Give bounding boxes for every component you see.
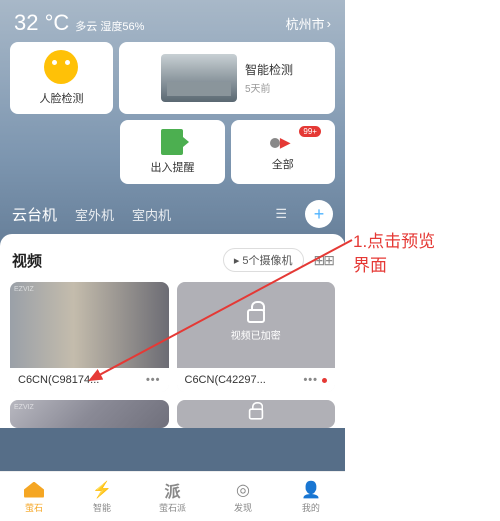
brand-tag: EZVIZ <box>14 286 34 293</box>
camera-more-2[interactable]: ••• <box>303 374 318 386</box>
nav-pai[interactable]: 派 萤石派 <box>159 480 186 514</box>
video-grid: EZVIZ C6CN(C98174... ••• 视频已加密 C6CN(C422… <box>10 282 335 428</box>
tab-indoor[interactable]: 室内机 <box>132 205 171 224</box>
camera-preview-4 <box>177 400 336 428</box>
nav-home-label: 萤石 <box>25 501 43 514</box>
door-icon <box>161 129 183 155</box>
device-tabs: 云台机 室外机 室内机 ☰ + <box>0 190 345 234</box>
nav-smart-label: 智能 <box>93 501 111 514</box>
temperature: 32 °C <box>14 10 69 36</box>
all-card[interactable]: 99+ 全部 <box>231 120 335 184</box>
camera-preview-3: EZVIZ <box>10 400 169 428</box>
nav-pai-label: 萤石派 <box>159 501 186 514</box>
camera-count: 5个摄像机 <box>242 252 292 268</box>
video-title: 视频 <box>12 250 42 271</box>
annotation-line-2: 界面 <box>353 254 435 278</box>
target-icon: ◎ <box>232 480 254 500</box>
camera-count-pill[interactable]: ▸ 5个摄像机 <box>223 248 304 272</box>
bottom-nav: 萤石 ⚡ 智能 派 萤石派 ◎ 发现 👤 我的 <box>0 471 345 521</box>
notification-badge: 99+ <box>299 126 321 137</box>
smart-thumb <box>161 54 237 102</box>
person-icon: 👤 <box>300 480 322 500</box>
nav-mine[interactable]: 👤 我的 <box>300 480 322 514</box>
nav-discover[interactable]: ◎ 发现 <box>232 480 254 514</box>
camera-preview-2: 视频已加密 <box>177 282 336 368</box>
smart-detect-time: 5天前 <box>245 80 293 95</box>
all-label: 全部 <box>272 156 294 172</box>
status-dot <box>322 378 327 383</box>
video-header: 视频 ▸ 5个摄像机 ⊞⊞ <box>12 248 333 272</box>
bolt-icon: ⚡ <box>91 480 113 500</box>
camera-preview-1: EZVIZ <box>10 282 169 368</box>
lock-icon <box>247 309 265 323</box>
header-bar: 32 °C 多云 湿度56% 杭州市 › <box>0 0 345 42</box>
annotation-text: 1.点击预览 界面 <box>353 230 435 278</box>
city-selector[interactable]: 杭州市 › <box>286 14 331 33</box>
camera-card-4[interactable] <box>177 400 336 428</box>
feature-row-2: 出入提醒 99+ 全部 <box>0 114 345 190</box>
all-icon <box>270 132 296 152</box>
camera-name-2: C6CN(C42297... <box>185 374 266 386</box>
nav-discover-label: 发现 <box>234 501 252 514</box>
camera-card-1[interactable]: EZVIZ C6CN(C98174... ••• <box>10 282 169 392</box>
nav-home[interactable]: 萤石 <box>23 480 45 514</box>
brand-tag: EZVIZ <box>14 404 34 411</box>
city-label: 杭州市 <box>286 14 325 33</box>
pai-icon: 派 <box>161 480 183 500</box>
weather-condition: 多云 湿度56% <box>75 18 144 34</box>
face-icon <box>44 50 78 84</box>
locked-label: 视频已加密 <box>231 327 281 342</box>
nav-smart[interactable]: ⚡ 智能 <box>91 480 113 514</box>
entry-alert-card[interactable]: 出入提醒 <box>120 120 224 184</box>
entry-alert-label: 出入提醒 <box>150 159 194 175</box>
camera-card-2[interactable]: 视频已加密 C6CN(C42297... ••• <box>177 282 336 392</box>
feature-row-1: 人脸检测 智能检测 5天前 <box>0 42 345 114</box>
tab-ptz[interactable]: 云台机 <box>12 204 57 225</box>
face-detect-card[interactable]: 人脸检测 <box>10 42 113 114</box>
camera-card-3[interactable]: EZVIZ <box>10 400 169 428</box>
tab-outdoor[interactable]: 室外机 <box>75 205 114 224</box>
camera-name-1: C6CN(C98174... <box>18 374 99 386</box>
face-detect-label: 人脸检测 <box>39 90 83 106</box>
annotation-line-1: 1.点击预览 <box>353 230 435 254</box>
smart-detect-card[interactable]: 智能检测 5天前 <box>119 42 335 114</box>
app-screen: 32 °C 多云 湿度56% 杭州市 › 人脸检测 智能检测 5天前 出入提醒 … <box>0 0 345 521</box>
menu-icon[interactable]: ☰ <box>275 206 287 222</box>
home-icon <box>24 482 44 498</box>
video-panel: 视频 ▸ 5个摄像机 ⊞⊞ EZVIZ C6CN(C98174... ••• <box>0 234 345 428</box>
smart-detect-title: 智能检测 <box>245 61 293 78</box>
add-button[interactable]: + <box>305 200 333 228</box>
grid-view-icon[interactable]: ⊞⊞ <box>314 252 333 269</box>
weather-widget[interactable]: 32 °C 多云 湿度56% <box>14 10 144 36</box>
play-icon: ▸ <box>234 254 240 267</box>
nav-mine-label: 我的 <box>302 501 320 514</box>
camera-more-1[interactable]: ••• <box>146 374 161 386</box>
lock-icon <box>249 408 263 419</box>
chevron-right-icon: › <box>327 16 331 31</box>
